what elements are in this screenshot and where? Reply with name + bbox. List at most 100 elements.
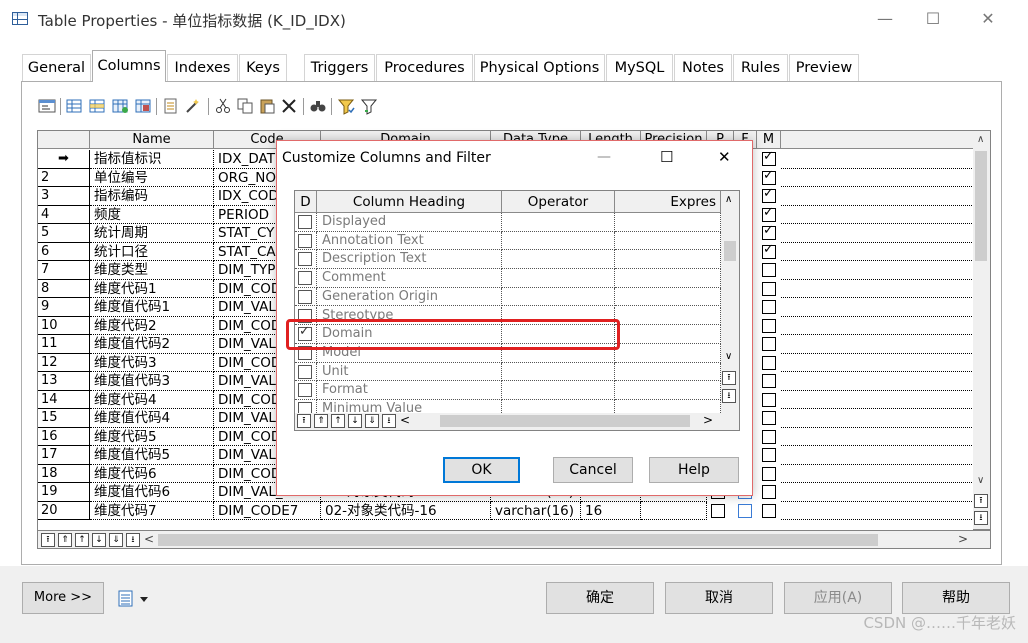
confirm-button[interactable]: 确定 (546, 582, 654, 614)
row-number[interactable]: 12 (38, 353, 90, 372)
column-heading-label[interactable]: Format (317, 381, 502, 400)
checkbox-m[interactable] (762, 206, 776, 222)
cut-icon[interactable] (214, 97, 232, 115)
column-heading-label[interactable]: Unit (317, 362, 502, 382)
cell-name[interactable]: 维度代码6 (90, 464, 214, 483)
apply-button[interactable]: 应用(A) (784, 582, 892, 614)
checkbox-m[interactable] (762, 281, 776, 296)
cell-name[interactable]: 统计周期 (90, 224, 214, 243)
wizard-icon[interactable] (184, 97, 202, 115)
cell-precision[interactable] (641, 501, 707, 520)
row-number[interactable]: 18 (38, 464, 90, 483)
checkbox-f[interactable] (738, 503, 752, 518)
dialog-minimize-button[interactable]: — (597, 149, 611, 165)
scroll-right-icon[interactable]: > (958, 532, 968, 546)
checkbox-m[interactable] (762, 411, 776, 425)
tab-keys[interactable]: Keys (239, 54, 287, 81)
dialog-header-operator[interactable]: Operator (502, 191, 615, 213)
display-checkbox-cell[interactable] (295, 362, 317, 382)
dialog-header-column-heading[interactable]: Column Heading (317, 191, 502, 213)
cell-name[interactable]: 指标编码 (90, 187, 214, 206)
dialog-vertical-scrollbar[interactable]: ∧ ∨ ⭱ ⭳ (721, 191, 739, 413)
header-name[interactable]: Name (90, 131, 214, 149)
expression-cell[interactable] (615, 362, 721, 382)
cell-name[interactable]: 频度 (90, 205, 214, 224)
move-down-page-icon[interactable]: ⇓ (109, 533, 123, 547)
display-checkbox[interactable] (298, 364, 312, 379)
operator-cell[interactable] (502, 250, 615, 270)
row-number[interactable]: 4 (38, 205, 90, 224)
column-heading-label[interactable]: Description Text (317, 250, 502, 270)
more-button[interactable]: More >> (22, 582, 104, 614)
tab-general[interactable]: General (22, 54, 91, 81)
scroll-left-icon[interactable]: < (144, 532, 154, 546)
checkbox-m[interactable] (762, 300, 776, 314)
checkbox-m[interactable] (762, 429, 776, 444)
checkbox-m[interactable] (762, 318, 776, 333)
list-item[interactable]: Format (295, 381, 739, 400)
display-checkbox-cell[interactable] (295, 381, 317, 400)
cell-name[interactable]: 维度代码4 (90, 390, 214, 409)
row-number[interactable]: 5 (38, 224, 90, 243)
display-checkbox[interactable] (298, 215, 312, 229)
cell-name[interactable]: 维度值代码6 (90, 483, 214, 502)
scroll-thumb[interactable] (975, 151, 987, 261)
display-checkbox[interactable] (298, 289, 312, 304)
checkbox-p[interactable] (711, 503, 725, 518)
delete-icon[interactable] (280, 97, 298, 115)
dialog-horizontal-scrollbar[interactable]: ⭱ ⇑ ↑ ↓ ⇓ ⭳ < > (295, 413, 739, 430)
table-row[interactable]: 20 维度代码7 DIM_CODE7 02-对象类代码-16 varchar(16) 16 (38, 501, 974, 520)
cell-name[interactable]: 维度值代码3 (90, 372, 214, 391)
cell-name[interactable]: 指标值标识 (90, 150, 214, 169)
list-item[interactable]: Displayed (295, 213, 739, 232)
column-heading-label[interactable]: Comment (317, 269, 502, 288)
display-checkbox-cell[interactable] (295, 269, 317, 288)
dialog-close-button[interactable]: ✕ (718, 148, 731, 166)
column-heading-label[interactable]: Annotation Text (317, 231, 502, 251)
cell-name[interactable]: 维度类型 (90, 261, 214, 280)
checkbox-m[interactable] (762, 169, 776, 185)
grid-horizontal-scrollbar[interactable]: ⭱ ⇑ ↑ ↓ ⇓ ⭳ < > (37, 530, 991, 549)
find-icon[interactable] (309, 97, 327, 115)
close-button[interactable]: ✕ (965, 6, 1011, 32)
display-checkbox[interactable] (298, 233, 312, 248)
expression-cell[interactable] (615, 250, 721, 270)
checkbox-m[interactable] (762, 466, 776, 481)
cell-name[interactable]: 维度值代码5 (90, 446, 214, 465)
maximize-button[interactable]: ☐ (910, 6, 956, 32)
expression-cell[interactable] (615, 269, 721, 288)
row-number[interactable]: 15 (38, 409, 90, 428)
cell-name[interactable]: 维度代码5 (90, 427, 214, 446)
display-checkbox-cell[interactable] (295, 250, 317, 270)
row-number[interactable]: ➡ (38, 150, 90, 169)
list-item[interactable]: Unit (295, 362, 739, 382)
cell-name[interactable]: 统计口径 (90, 242, 214, 261)
help-button[interactable]: 帮助 (902, 582, 1010, 614)
column-heading-label[interactable]: Generation Origin (317, 287, 502, 307)
dialog-move-top-icon[interactable]: ⭱ (297, 414, 311, 428)
tab-mysql[interactable]: MySQL (606, 54, 673, 81)
dialog-scroll-down-icon[interactable]: ∨ (725, 351, 732, 362)
move-bottom-icon[interactable]: ⭳ (126, 533, 140, 547)
paste-icon[interactable] (258, 97, 276, 115)
checkbox-m[interactable] (762, 224, 776, 240)
dialog-move-down-icon[interactable]: ↓ (348, 414, 362, 428)
row-number[interactable]: 20 (38, 501, 90, 520)
copy-icon[interactable] (236, 97, 254, 115)
checkbox-m[interactable] (762, 448, 776, 462)
row-number[interactable]: 16 (38, 427, 90, 446)
row-number[interactable]: 13 (38, 372, 90, 391)
row-number[interactable]: 19 (38, 483, 90, 502)
checkbox-m[interactable] (762, 150, 776, 166)
list-item[interactable]: Annotation Text (295, 231, 739, 251)
tab-notes[interactable]: Notes (674, 54, 732, 81)
header-m[interactable]: M (757, 131, 781, 149)
customize-columns-icon[interactable] (337, 97, 355, 115)
insert-row-icon[interactable] (88, 97, 106, 115)
cell-length[interactable]: 16 (581, 501, 641, 520)
dialog-horizontal-thumb[interactable] (440, 415, 690, 427)
checkbox-m[interactable] (762, 485, 776, 499)
cell-name[interactable]: 维度代码3 (90, 353, 214, 372)
move-bottom-icon[interactable]: ⭳ (974, 511, 988, 525)
dialog-move-bottom-icon[interactable]: ⭳ (382, 414, 396, 428)
